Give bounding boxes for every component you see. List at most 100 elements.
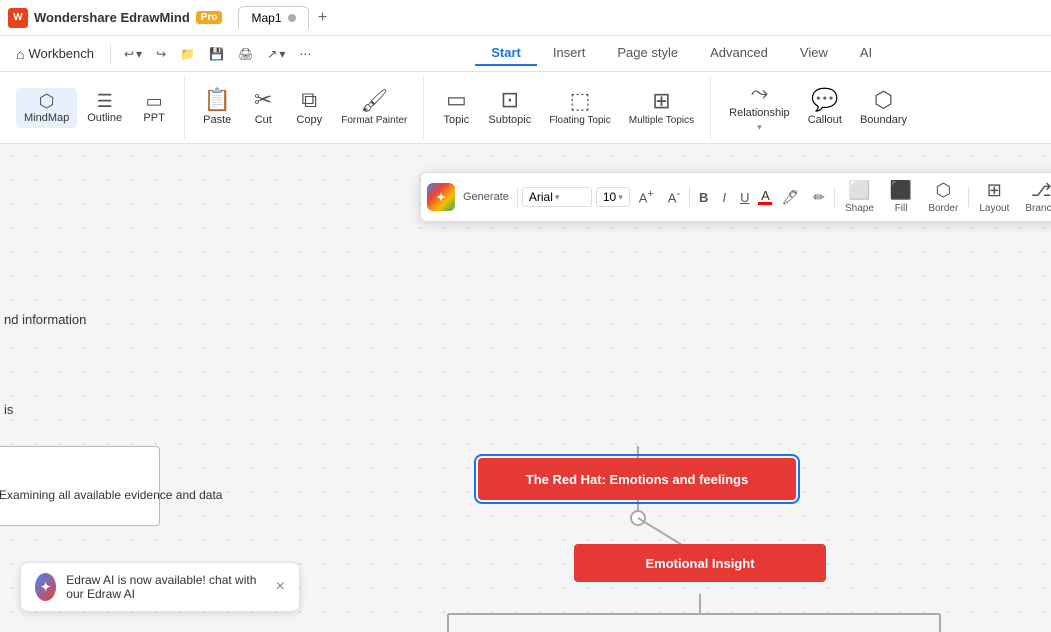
toast-notification: ✦ Edraw AI is now available! chat with o… bbox=[20, 562, 300, 612]
topic-icon: ▭ bbox=[446, 89, 467, 111]
boundary-label: Boundary bbox=[860, 114, 907, 126]
tab-map1[interactable]: Map1 bbox=[238, 6, 308, 29]
ribbon-callout-button[interactable]: 💬 Callout bbox=[800, 85, 850, 130]
export-button[interactable]: ↗ ▾ bbox=[262, 44, 290, 64]
workbench-button[interactable]: ⌂ Workbench bbox=[8, 42, 102, 66]
nav-tab-view[interactable]: View bbox=[784, 41, 844, 66]
tab-add-button[interactable]: + bbox=[311, 6, 335, 30]
border-label: Border bbox=[928, 203, 958, 214]
callout-icon: 💬 bbox=[811, 89, 838, 111]
app-logo: W Wondershare EdrawMind Pro bbox=[8, 8, 222, 28]
ribbon-floating-topic-button[interactable]: ⬚ Floating Topic bbox=[541, 86, 619, 130]
branch-label: Branch bbox=[1025, 203, 1051, 214]
floating-topic-label: Floating Topic bbox=[549, 115, 611, 126]
relationship-arrow: ▾ bbox=[757, 122, 762, 133]
export-icon: ↗ bbox=[267, 47, 277, 61]
toast-logo: ✦ bbox=[35, 573, 56, 601]
tab-dot bbox=[288, 14, 296, 22]
home-icon: ⌂ bbox=[16, 46, 24, 62]
ribbon-group-clipboard: 📋 Paste ✂ Cut ⧉ Copy 🖌 Format Painter bbox=[187, 76, 424, 139]
fill-tool[interactable]: ⬛ Fill bbox=[884, 177, 918, 217]
font-size-select[interactable]: 10 ▾ bbox=[596, 187, 630, 207]
highlight-icon: 🖊 bbox=[781, 189, 799, 205]
more-export-button[interactable]: ⋯ bbox=[294, 44, 316, 64]
font-color-a-icon: A bbox=[761, 189, 770, 202]
topic-label: Topic bbox=[444, 114, 470, 126]
redo-button[interactable]: ↪ bbox=[151, 44, 171, 64]
ribbon-ppt-button[interactable]: ▭ PPT bbox=[132, 88, 176, 128]
shape-label: Shape bbox=[845, 203, 874, 214]
cut-icon: ✂ bbox=[254, 89, 272, 111]
fill-label: Fill bbox=[895, 203, 908, 214]
tab-bar: Map1 + bbox=[238, 6, 334, 30]
file-open-button[interactable]: 📁 bbox=[175, 44, 200, 64]
ribbon-copy-button[interactable]: ⧉ Copy bbox=[287, 85, 331, 130]
undo-button[interactable]: ↩ ▾ bbox=[119, 44, 147, 64]
bold-button[interactable]: B bbox=[694, 187, 713, 208]
multiple-topics-icon: ⊞ bbox=[652, 90, 670, 112]
font-family-select[interactable]: Arial ▾ bbox=[522, 187, 592, 207]
mindmap-label: MindMap bbox=[24, 112, 69, 124]
branch-icon: ⎇ bbox=[1031, 180, 1051, 201]
canvas[interactable]: ✦ Generate Arial ▾ 10 ▾ A+ A- B I U A 🖊 … bbox=[0, 144, 1051, 632]
redo-icon: ↪ bbox=[156, 47, 166, 61]
more-export-icon: ⋯ bbox=[299, 47, 311, 61]
fill-icon: ⬛ bbox=[890, 180, 912, 201]
layout-label: Layout bbox=[979, 203, 1009, 214]
shape-icon: ⬜ bbox=[848, 180, 870, 201]
underline-button[interactable]: U bbox=[735, 187, 754, 208]
main-node[interactable]: The Red Hat: Emotions and feelings bbox=[478, 458, 796, 500]
workbench-label: Workbench bbox=[28, 46, 94, 61]
ribbon-cut-button[interactable]: ✂ Cut bbox=[241, 85, 285, 130]
outline-label: Outline bbox=[87, 112, 122, 124]
title-bar: W Wondershare EdrawMind Pro Map1 + bbox=[0, 0, 1051, 36]
outline-icon: ☰ bbox=[97, 92, 113, 110]
border-icon: ⬡ bbox=[935, 180, 951, 201]
eraser-button[interactable]: ✏ bbox=[808, 186, 830, 209]
undo-arrow: ▾ bbox=[136, 47, 142, 61]
font-size-decrease-button[interactable]: A- bbox=[663, 185, 685, 208]
print-button[interactable]: 🖨 bbox=[233, 44, 258, 64]
ribbon-format-painter-button[interactable]: 🖌 Format Painter bbox=[333, 86, 415, 130]
ribbon-topic-button[interactable]: ▭ Topic bbox=[434, 85, 478, 130]
font-size-increase-button[interactable]: A+ bbox=[634, 185, 659, 208]
ribbon-group-insert: ⤳ Relationship ▾ 💬 Callout ⬡ Boundary bbox=[713, 76, 923, 139]
nav-tabs: Start Insert Page style Advanced View AI bbox=[475, 41, 888, 66]
ribbon-multiple-topics-button[interactable]: ⊞ Multiple Topics bbox=[621, 86, 702, 130]
ribbon-relationship-button[interactable]: ⤳ Relationship ▾ bbox=[721, 78, 798, 137]
child-node-emotional-insight[interactable]: Emotional Insight bbox=[574, 544, 826, 582]
ribbon-group-topics: ▭ Topic ⊡ Subtopic ⬚ Floating Topic ⊞ Mu… bbox=[426, 76, 711, 139]
nav-tab-advanced[interactable]: Advanced bbox=[694, 41, 784, 66]
format-painter-label: Format Painter bbox=[341, 115, 407, 126]
shape-tool[interactable]: ⬜ Shape bbox=[839, 177, 880, 217]
save-button[interactable]: 💾 bbox=[204, 44, 229, 64]
ribbon-boundary-button[interactable]: ⬡ Boundary bbox=[852, 85, 915, 130]
font-family-value: Arial bbox=[529, 190, 553, 204]
font-color-button[interactable]: A bbox=[758, 189, 772, 205]
left-node-3: Examining all available evidence and dat… bbox=[0, 476, 315, 514]
layout-tool[interactable]: ⊞ Layout bbox=[973, 177, 1015, 217]
highlight-button[interactable]: 🖊 bbox=[776, 186, 804, 209]
generate-label: Generate bbox=[459, 191, 513, 203]
nav-tab-pagestyle[interactable]: Page style bbox=[601, 41, 694, 66]
toast-close-button[interactable]: × bbox=[276, 578, 285, 596]
nav-tab-ai[interactable]: AI bbox=[844, 41, 888, 66]
toast-text: Edraw AI is now available! chat with our… bbox=[66, 573, 265, 601]
paste-icon: 📋 bbox=[203, 89, 230, 111]
multiple-topics-label: Multiple Topics bbox=[629, 115, 694, 126]
nav-tab-insert[interactable]: Insert bbox=[537, 41, 602, 66]
ribbon-outline-button[interactable]: ☰ Outline bbox=[79, 88, 130, 128]
italic-button[interactable]: I bbox=[717, 187, 731, 208]
ppt-icon: ▭ bbox=[146, 92, 163, 110]
copy-label: Copy bbox=[296, 114, 322, 126]
ribbon-subtopic-button[interactable]: ⊡ Subtopic bbox=[480, 85, 539, 130]
floating-toolbar: ✦ Generate Arial ▾ 10 ▾ A+ A- B I U A 🖊 … bbox=[420, 172, 1051, 222]
branch-tool[interactable]: ⎇ Branch bbox=[1019, 177, 1051, 217]
ft-divider-3 bbox=[834, 187, 835, 207]
border-tool[interactable]: ⬡ Border bbox=[922, 177, 964, 217]
ribbon-paste-button[interactable]: 📋 Paste bbox=[195, 85, 239, 130]
ribbon: ⬡ MindMap ☰ Outline ▭ PPT 📋 Paste ✂ Cut … bbox=[0, 72, 1051, 144]
font-size-value: 10 bbox=[603, 190, 616, 204]
nav-tab-start[interactable]: Start bbox=[475, 41, 537, 66]
ribbon-mindmap-button[interactable]: ⬡ MindMap bbox=[16, 88, 77, 128]
